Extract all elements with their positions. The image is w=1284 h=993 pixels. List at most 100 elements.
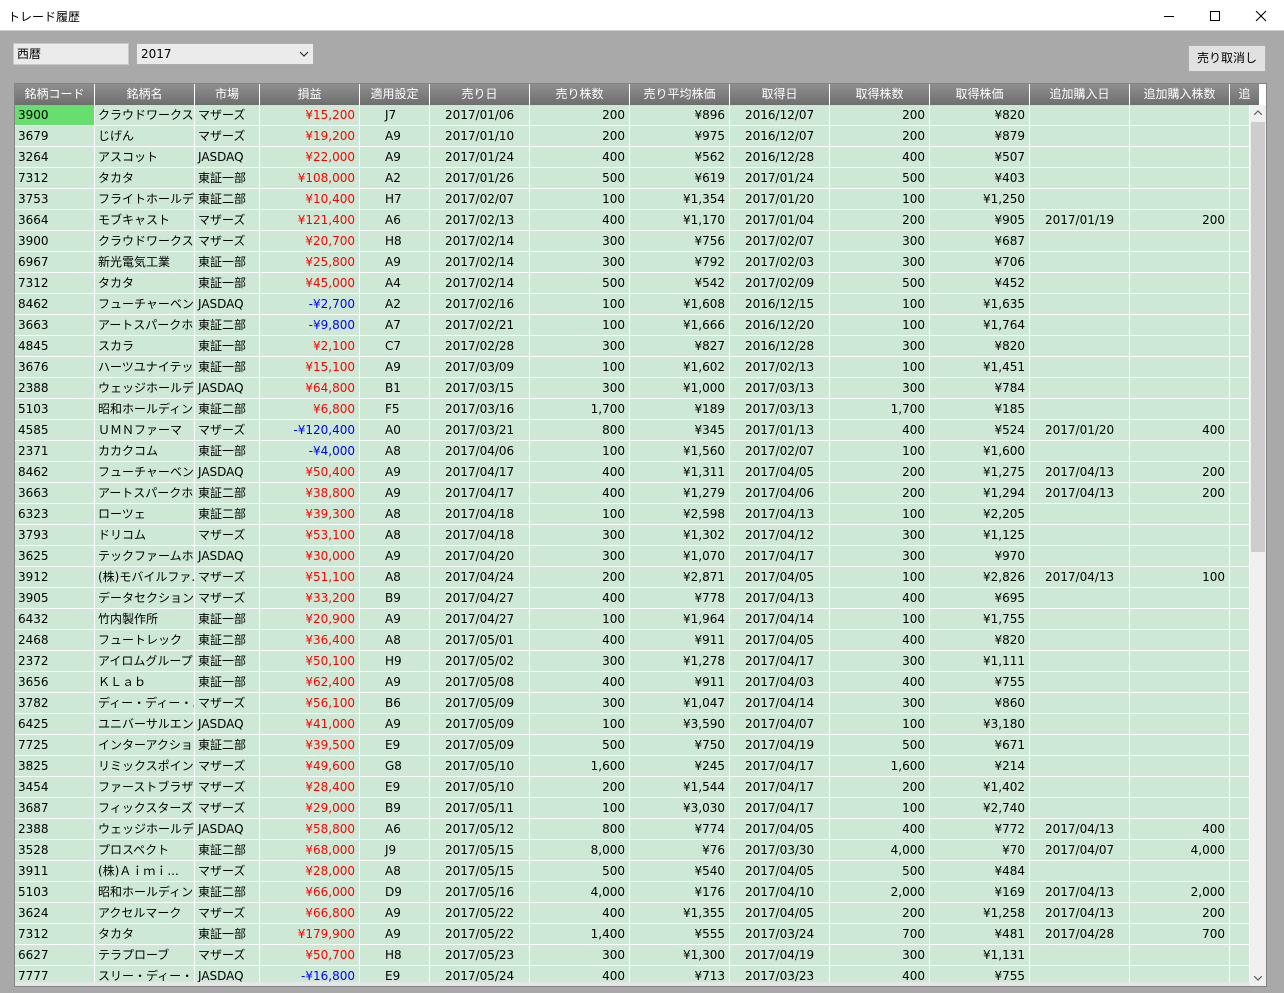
cell-sell-avg-price[interactable]: ¥1,602 — [630, 357, 730, 378]
cell-setting[interactable]: A0 — [360, 420, 430, 441]
cell-add-qty[interactable] — [1130, 777, 1230, 798]
cell-buy-qty[interactable]: 100 — [830, 714, 930, 735]
cell-sell-avg-price[interactable]: ¥176 — [630, 882, 730, 903]
cell-add-date[interactable] — [1030, 273, 1130, 294]
cell-profit-loss[interactable]: ¥121,400 — [260, 210, 360, 231]
cell-buy-qty[interactable]: 300 — [830, 378, 930, 399]
cell-setting[interactable]: B1 — [360, 378, 430, 399]
cell-market[interactable]: 東証一部 — [195, 609, 260, 630]
cell-add-date[interactable]: 2017/04/13 — [1030, 483, 1130, 504]
cell-code[interactable]: 3753 — [15, 189, 95, 210]
column-header[interactable]: 銘柄コード — [15, 84, 95, 105]
cell-add-qty[interactable] — [1130, 252, 1230, 273]
cell-profit-loss[interactable]: ¥179,900 — [260, 924, 360, 945]
cell-name[interactable]: 新光電気工業 — [95, 252, 195, 273]
cell-buy-qty[interactable]: 100 — [830, 441, 930, 462]
cell-market[interactable]: 東証二部 — [195, 882, 260, 903]
cell-add-date[interactable] — [1030, 651, 1130, 672]
cell-sell-avg-price[interactable]: ¥975 — [630, 126, 730, 147]
cell-buy-date[interactable]: 2017/03/13 — [730, 399, 830, 420]
cell-buy-date[interactable]: 2017/04/17 — [730, 798, 830, 819]
cell-code[interactable]: 3264 — [15, 147, 95, 168]
cell-profit-loss[interactable]: ¥20,900 — [260, 609, 360, 630]
cell-sell-avg-price[interactable]: ¥1,354 — [630, 189, 730, 210]
column-header[interactable]: 銘柄名 — [95, 84, 195, 105]
cell-buy-date[interactable]: 2017/04/05 — [730, 903, 830, 924]
cell-buy-price[interactable]: ¥185 — [930, 399, 1030, 420]
cell-buy-price[interactable]: ¥1,635 — [930, 294, 1030, 315]
cell-name[interactable]: ローツェ — [95, 504, 195, 525]
cell-buy-qty[interactable]: 500 — [830, 861, 930, 882]
cell-extra[interactable] — [1230, 588, 1250, 609]
cell-setting[interactable]: A2 — [360, 168, 430, 189]
cell-sell-avg-price[interactable]: ¥911 — [630, 630, 730, 651]
cell-sell-qty[interactable]: 400 — [530, 630, 630, 651]
cell-market[interactable]: 東証二部 — [195, 504, 260, 525]
cell-extra[interactable] — [1230, 609, 1250, 630]
cell-extra[interactable] — [1230, 441, 1250, 462]
cell-extra[interactable] — [1230, 861, 1250, 882]
cell-code[interactable]: 2388 — [15, 819, 95, 840]
cell-name[interactable]: インターアクション — [95, 735, 195, 756]
cell-buy-qty[interactable]: 1,700 — [830, 399, 930, 420]
cell-name[interactable]: フューチャーベンチ... — [95, 294, 195, 315]
cell-buy-price[interactable]: ¥1,764 — [930, 315, 1030, 336]
cell-buy-date[interactable]: 2017/04/05 — [730, 567, 830, 588]
cell-add-qty[interactable] — [1130, 294, 1230, 315]
cell-setting[interactable]: A9 — [360, 483, 430, 504]
cell-add-date[interactable]: 2017/04/07 — [1030, 840, 1130, 861]
cell-name[interactable]: アクセルマーク — [95, 903, 195, 924]
cell-setting[interactable]: A9 — [360, 546, 430, 567]
cell-sell-date[interactable]: 2017/04/17 — [430, 462, 530, 483]
cell-sell-avg-price[interactable]: ¥542 — [630, 273, 730, 294]
cell-market[interactable]: JASDAQ — [195, 819, 260, 840]
cell-buy-date[interactable]: 2017/02/13 — [730, 357, 830, 378]
cell-add-date[interactable] — [1030, 756, 1130, 777]
table-row[interactable]: 7312 タカタ 東証一部 ¥108,000 A2 2017/01/26 500 ¥619 20… — [15, 168, 1250, 189]
cell-add-qty[interactable] — [1130, 651, 1230, 672]
cell-setting[interactable]: F5 — [360, 399, 430, 420]
cell-code[interactable]: 2372 — [15, 651, 95, 672]
cell-sell-qty[interactable]: 4,000 — [530, 882, 630, 903]
cell-add-date[interactable] — [1030, 861, 1130, 882]
cell-add-date[interactable]: 2017/04/28 — [1030, 924, 1130, 945]
cell-profit-loss[interactable]: ¥62,400 — [260, 672, 360, 693]
cell-add-date[interactable] — [1030, 168, 1130, 189]
cell-sell-date[interactable]: 2017/04/20 — [430, 546, 530, 567]
cell-sell-qty[interactable]: 100 — [530, 504, 630, 525]
cell-sell-qty[interactable]: 100 — [530, 609, 630, 630]
cell-setting[interactable]: J9 — [360, 840, 430, 861]
cell-buy-date[interactable]: 2017/04/12 — [730, 525, 830, 546]
cell-buy-qty[interactable]: 100 — [830, 189, 930, 210]
cell-extra[interactable] — [1230, 945, 1250, 966]
cell-buy-price[interactable]: ¥1,402 — [930, 777, 1030, 798]
cell-profit-loss[interactable]: -¥120,400 — [260, 420, 360, 441]
cell-code[interactable]: 5103 — [15, 882, 95, 903]
cell-sell-avg-price[interactable]: ¥1,666 — [630, 315, 730, 336]
cell-extra[interactable] — [1230, 735, 1250, 756]
cell-extra[interactable] — [1230, 420, 1250, 441]
cell-buy-price[interactable]: ¥820 — [930, 336, 1030, 357]
cell-code[interactable]: 3900 — [15, 231, 95, 252]
table-row[interactable]: 2388ウェッジホールディ...JASDAQ¥58,800A62017/05/1… — [15, 819, 1250, 840]
cell-code[interactable]: 3911 — [15, 861, 95, 882]
cell-add-qty[interactable] — [1130, 105, 1230, 126]
cell-buy-date[interactable]: 2017/01/24 — [730, 168, 830, 189]
table-row[interactable]: 6967 新光電気工業 東証一部 ¥25,800 A9 2017/02/14 300 ¥792… — [15, 252, 1250, 273]
cell-add-date[interactable] — [1030, 546, 1130, 567]
cell-code[interactable]: 3687 — [15, 798, 95, 819]
cell-buy-qty[interactable]: 400 — [830, 672, 930, 693]
cell-add-qty[interactable] — [1130, 147, 1230, 168]
cell-code[interactable]: 3624 — [15, 903, 95, 924]
cell-code[interactable]: 7725 — [15, 735, 95, 756]
cell-buy-qty[interactable]: 100 — [830, 609, 930, 630]
cell-sell-qty[interactable]: 300 — [530, 693, 630, 714]
cell-sell-avg-price[interactable]: ¥1,278 — [630, 651, 730, 672]
table-row[interactable]: 3782ディー・ディー・エスマザーズ¥56,100B62017/05/09300… — [15, 693, 1250, 714]
cell-sell-qty[interactable]: 8,000 — [530, 840, 630, 861]
cell-market[interactable]: 東証二部 — [195, 189, 260, 210]
cell-buy-date[interactable]: 2017/03/13 — [730, 378, 830, 399]
cell-setting[interactable]: A9 — [360, 462, 430, 483]
cell-name[interactable]: 竹内製作所 — [95, 609, 195, 630]
cell-extra[interactable] — [1230, 756, 1250, 777]
